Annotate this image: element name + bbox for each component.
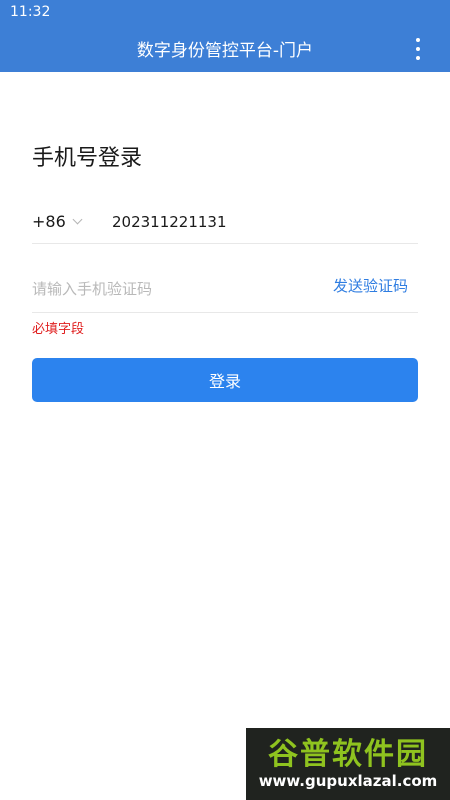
menu-dot: [416, 56, 420, 60]
country-code-select[interactable]: +86: [32, 212, 112, 231]
app-title: 数字身份管控平台-门户: [136, 40, 314, 61]
menu-dot: [416, 47, 420, 51]
phone-input[interactable]: [112, 212, 392, 231]
login-button[interactable]: 登录: [32, 358, 418, 402]
page-title: 手机号登录: [32, 146, 143, 171]
country-code-value: +86: [32, 212, 66, 231]
status-bar: 11:32: [0, 0, 450, 24]
watermark-url: www.gupuxlazal.com: [258, 772, 438, 790]
send-code-button[interactable]: 发送验证码: [333, 275, 408, 296]
chevron-down-icon: [72, 214, 83, 225]
required-field-error: 必填字段: [32, 322, 85, 337]
code-row: 发送验证码: [32, 266, 418, 313]
app-bar: 数字身份管控平台-门户: [0, 24, 450, 72]
watermark-logo: 谷普软件园 www.gupuxlazal.com: [246, 728, 450, 800]
more-vertical-icon[interactable]: [408, 38, 428, 60]
watermark-logo-text: 谷普软件园: [268, 737, 428, 772]
verification-code-input[interactable]: [32, 280, 292, 298]
phone-row: +86: [32, 200, 418, 244]
status-time: 11:32: [10, 4, 51, 20]
menu-dot: [416, 38, 420, 42]
